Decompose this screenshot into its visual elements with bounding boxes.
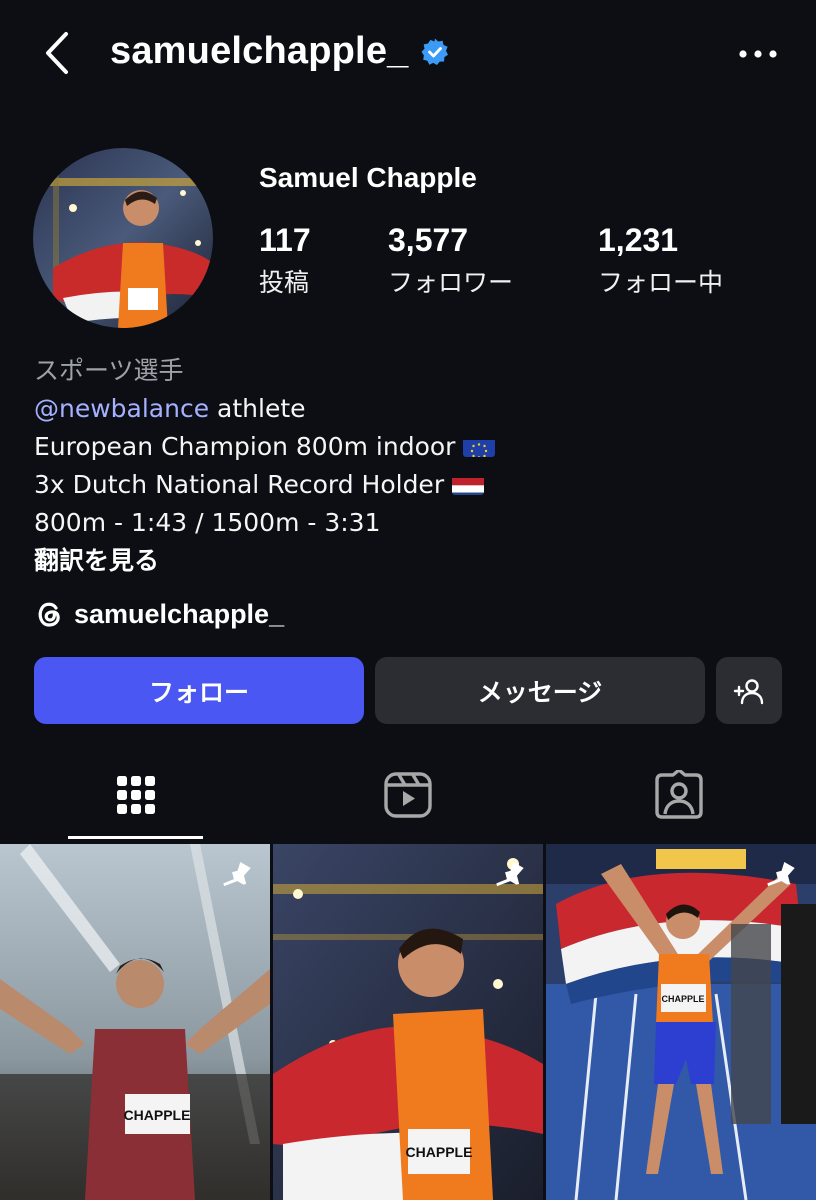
posts-grid: CHAPPLE CHAPPLE CHAPPLE: [0, 844, 816, 1200]
stat-posts[interactable]: 117 投稿: [259, 222, 311, 299]
bio-category: スポーツ選手: [34, 356, 184, 385]
more-horizontal-icon[interactable]: [738, 48, 778, 60]
bio: スポーツ選手 @newbalance athlete European Cham…: [34, 352, 496, 580]
stat-following-count: 1,231: [598, 222, 679, 258]
pin-icon: [223, 862, 251, 887]
display-name: Samuel Chapple: [259, 162, 477, 193]
threads-handle: samuelchapple_: [74, 598, 285, 629]
stat-following-label: フォロー中: [598, 268, 724, 297]
verified-badge-icon: [421, 38, 448, 65]
post-photo: CHAPPLE: [0, 844, 270, 1200]
bio-mention-suffix: athlete: [209, 394, 306, 423]
profile-header: samuelchapple_: [0, 0, 816, 110]
post-photo: CHAPPLE: [273, 844, 543, 1200]
pin-icon: [767, 862, 795, 887]
post-thumbnail[interactable]: CHAPPLE: [0, 844, 270, 1200]
eu-flag-icon: [463, 435, 496, 457]
threads-icon: [38, 602, 60, 627]
bio-mention-link[interactable]: @newbalance: [34, 394, 209, 423]
follow-button[interactable]: フォロー: [34, 657, 364, 724]
threads-link[interactable]: samuelchapple_: [34, 598, 284, 630]
stat-followers-count: 3,577: [388, 222, 469, 258]
chevron-left-icon[interactable]: [38, 28, 78, 78]
stat-followers[interactable]: 3,577 フォロワー: [388, 222, 513, 299]
post-photo: CHAPPLE: [546, 844, 816, 1200]
avatar-photo: [33, 148, 213, 328]
grid-icon[interactable]: [111, 770, 161, 820]
profile-avatar[interactable]: [33, 148, 213, 328]
see-translation-link[interactable]: 翻訳を見る: [34, 542, 495, 580]
reels-icon[interactable]: [383, 770, 433, 820]
bio-line-2: European Champion 800m indoor: [34, 428, 496, 466]
profile-tabs: [0, 760, 816, 842]
bio-line-1: @newbalance athlete: [34, 390, 495, 428]
active-tab-indicator: [68, 836, 203, 839]
bio-line-2-text: European Champion 800m indoor: [34, 432, 456, 461]
post-thumbnail[interactable]: CHAPPLE: [273, 844, 543, 1200]
pin-icon: [496, 862, 524, 887]
bib-text: CHAPPLE: [661, 994, 704, 1004]
suggest-users-button[interactable]: [716, 657, 782, 724]
bib-text: CHAPPLE: [124, 1107, 191, 1123]
post-thumbnail[interactable]: CHAPPLE: [546, 844, 816, 1200]
stat-following[interactable]: 1,231 フォロー中: [598, 222, 723, 299]
bio-line-3-text: 3x Dutch National Record Holder: [34, 470, 445, 499]
username: samuelchapple_: [110, 30, 409, 72]
bib-text: CHAPPLE: [406, 1144, 473, 1160]
netherlands-flag-icon: [452, 473, 485, 495]
bio-line-4: 800m - 1:43 / 1500m - 3:31: [34, 508, 381, 537]
username-row: samuelchapple_: [110, 30, 449, 73]
message-button[interactable]: メッセージ: [375, 657, 705, 724]
stat-posts-count: 117: [259, 222, 311, 258]
tagged-person-icon[interactable]: [654, 770, 704, 820]
stat-followers-label: フォロワー: [388, 268, 514, 297]
bio-line-3: 3x Dutch National Record Holder: [34, 466, 495, 504]
add-person-icon: [733, 678, 764, 704]
stat-posts-label: 投稿: [259, 268, 310, 297]
